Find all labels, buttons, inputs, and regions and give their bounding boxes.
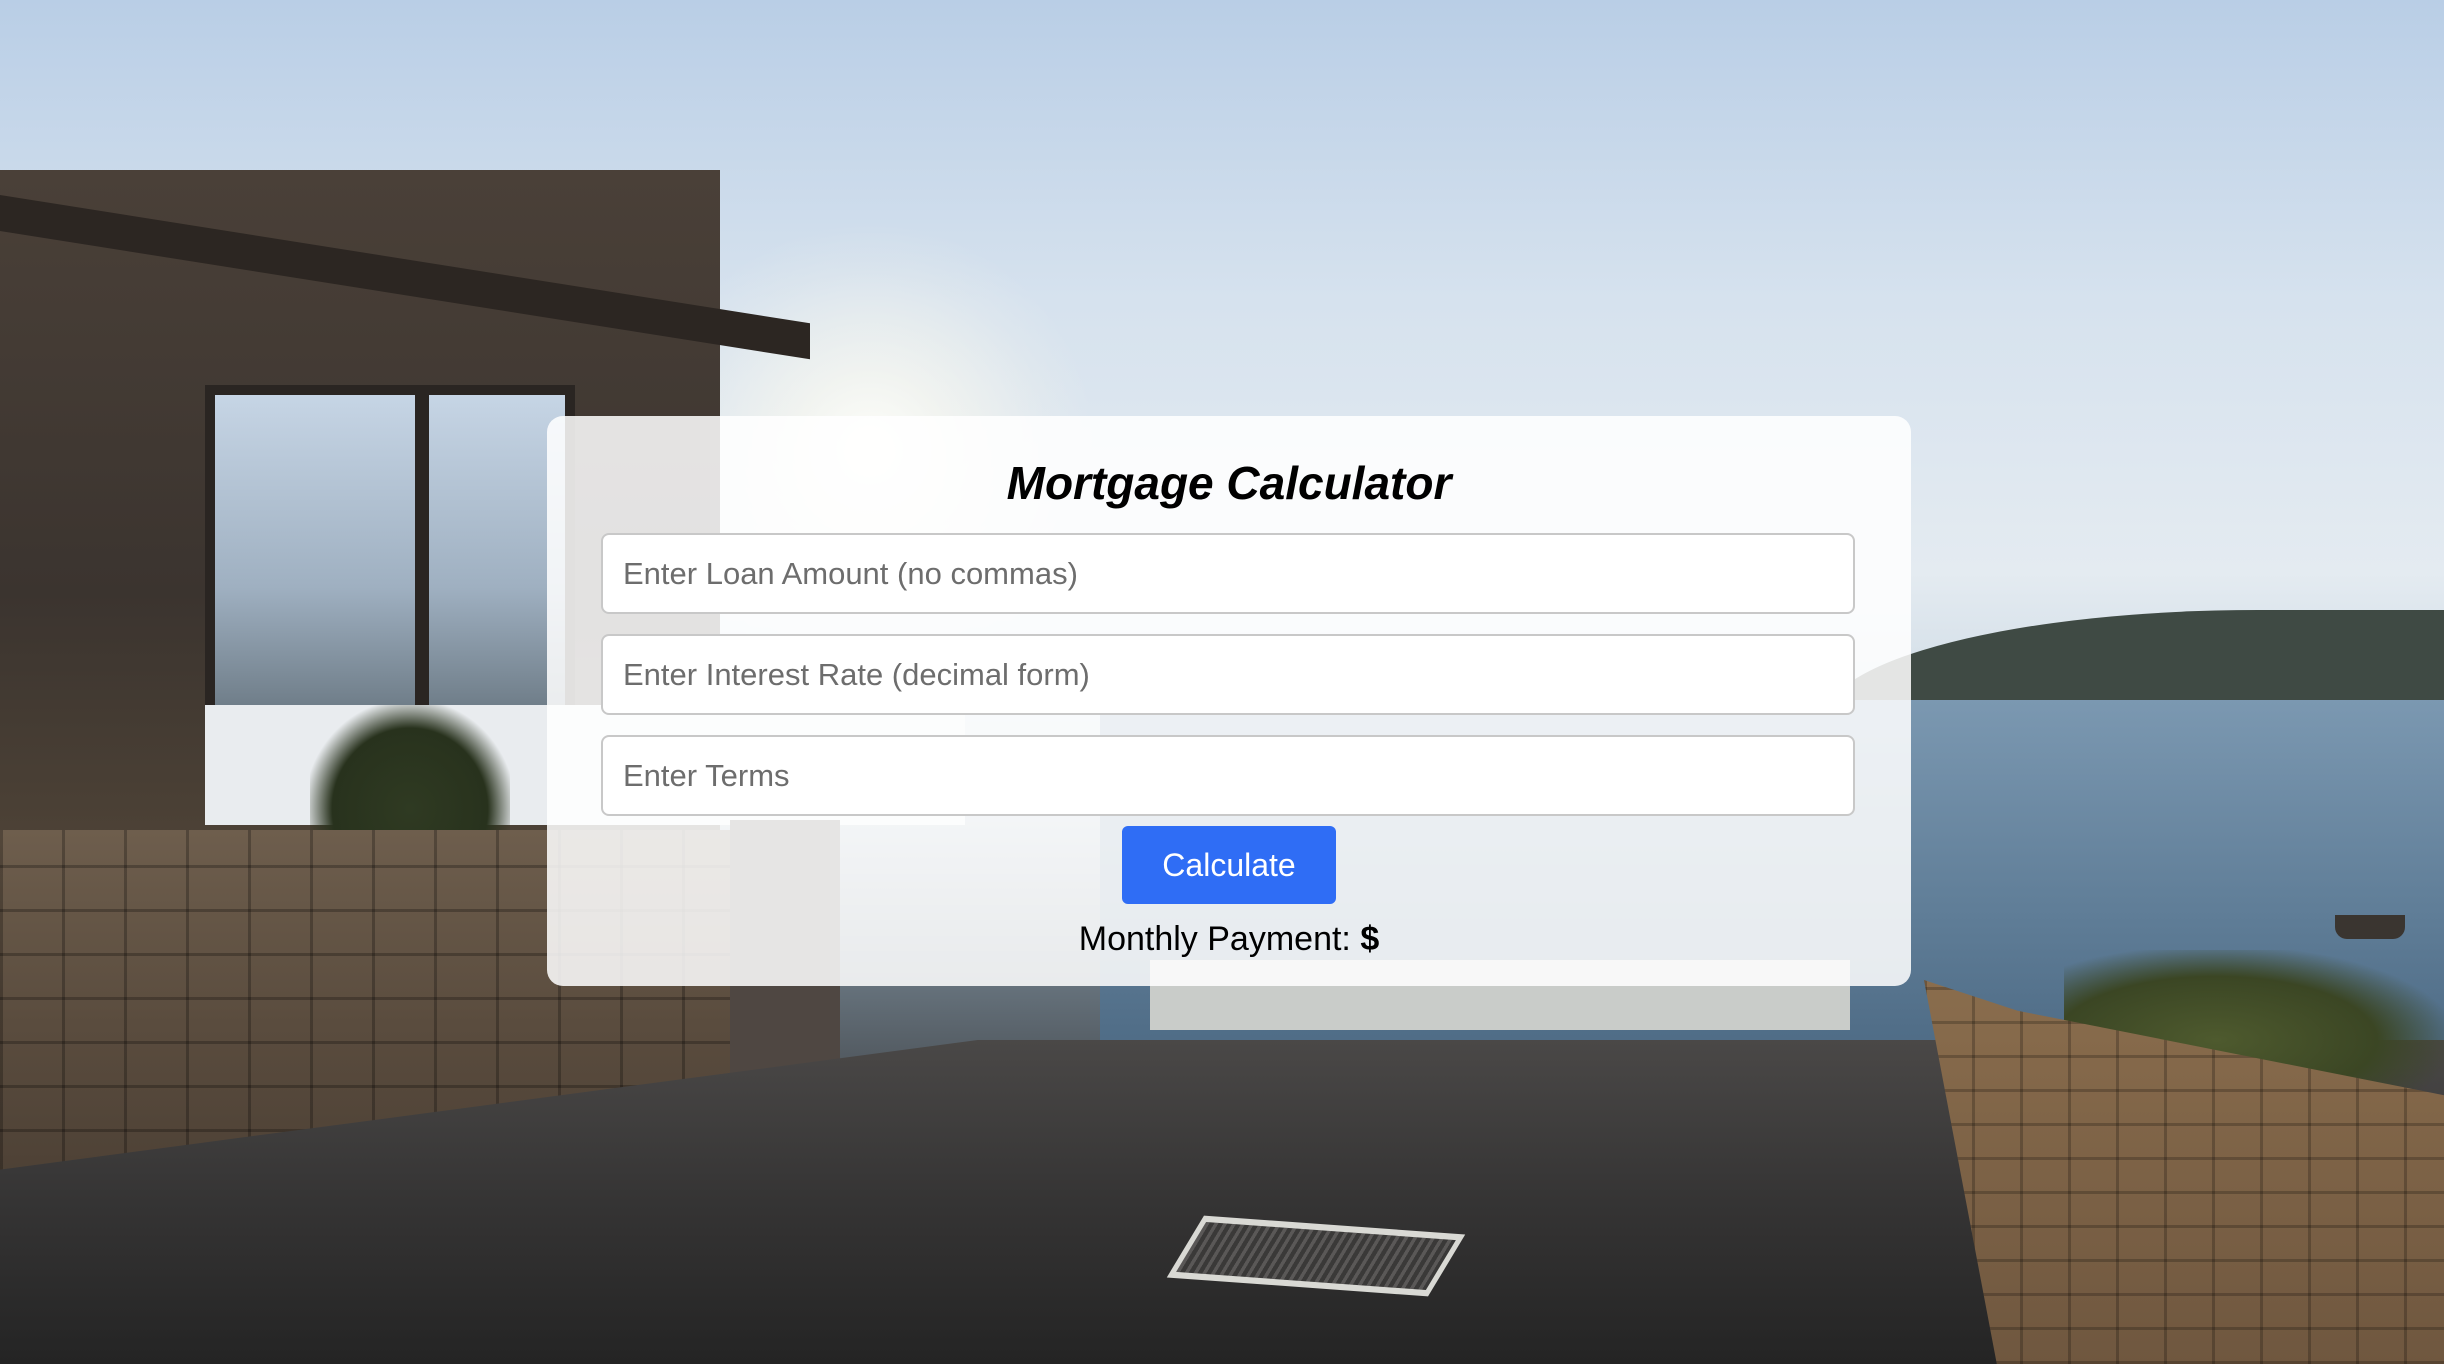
- boat: [2335, 915, 2405, 939]
- monthly-payment-result: Monthly Payment: $: [601, 920, 1857, 959]
- terms-input[interactable]: [601, 735, 1855, 816]
- calculator-card: Mortgage Calculator Calculate Monthly Pa…: [547, 416, 1911, 986]
- monthly-payment-value: $: [1360, 920, 1380, 958]
- window-frame: [415, 385, 429, 725]
- palm-plant: [310, 705, 510, 835]
- house-window: [205, 385, 575, 725]
- loan-amount-input[interactable]: [601, 533, 1855, 614]
- calculate-button[interactable]: Calculate: [1122, 826, 1336, 904]
- interest-rate-input[interactable]: [601, 634, 1855, 715]
- button-row: Calculate: [601, 826, 1857, 904]
- monthly-payment-label: Monthly Payment:: [1078, 920, 1351, 958]
- page-title: Mortgage Calculator: [1006, 457, 1452, 509]
